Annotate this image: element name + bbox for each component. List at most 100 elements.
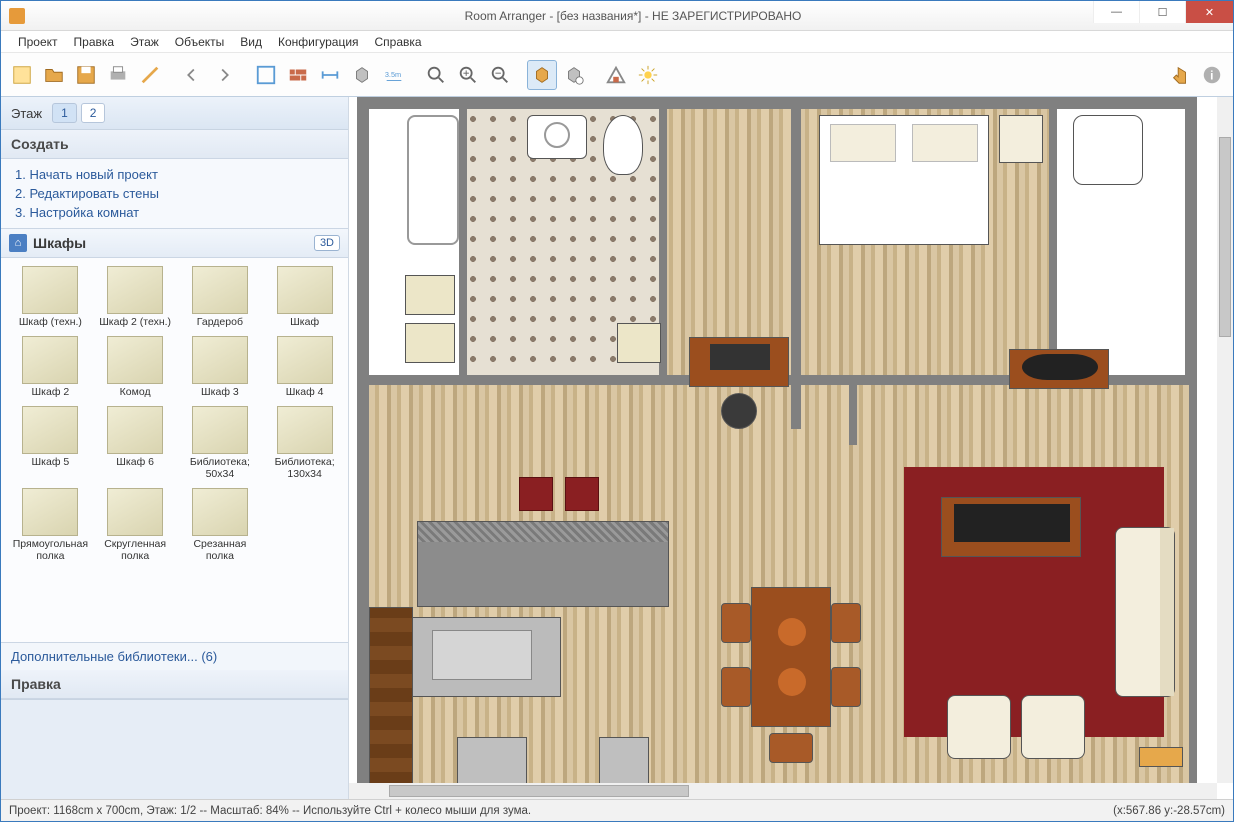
dining-chair-3[interactable] xyxy=(831,603,861,643)
sink[interactable] xyxy=(527,115,587,159)
sofa[interactable] xyxy=(1115,527,1175,697)
library-item-5[interactable]: Комод xyxy=(94,334,177,400)
menu-help[interactable]: Справка xyxy=(368,33,429,51)
print-icon[interactable] xyxy=(103,60,133,90)
dining-chair-5[interactable] xyxy=(769,733,813,763)
armchair-2[interactable] xyxy=(1021,695,1085,759)
library-item-1[interactable]: Шкаф 2 (техн.) xyxy=(94,264,177,330)
dining-chair-2[interactable] xyxy=(721,667,751,707)
library-item-label: Шкаф 2 (техн.) xyxy=(96,316,175,328)
armchair-balcony[interactable] xyxy=(1073,115,1143,185)
new-project-icon[interactable] xyxy=(7,60,37,90)
zoom-fit-icon[interactable] xyxy=(421,60,451,90)
view-3d-alt-icon[interactable] xyxy=(559,60,589,90)
library-item-0[interactable]: Шкаф (техн.) xyxy=(9,264,92,330)
stairs[interactable] xyxy=(369,607,413,787)
maximize-button[interactable]: ☐ xyxy=(1139,1,1185,23)
menu-view[interactable]: Вид xyxy=(233,33,269,51)
step-new-project[interactable]: 1. Начать новый проект xyxy=(15,165,334,184)
library-item-7[interactable]: Шкаф 4 xyxy=(263,334,346,400)
lower-cabinet-1[interactable] xyxy=(457,737,527,787)
library-thumb-13 xyxy=(107,488,163,536)
desk[interactable] xyxy=(689,337,789,387)
menu-objects[interactable]: Объекты xyxy=(168,33,232,51)
kitchen-island[interactable] xyxy=(417,521,669,607)
close-button[interactable]: ✕ xyxy=(1185,1,1233,23)
library-body: Шкаф (техн.)Шкаф 2 (техн.)ГардеробШкафШк… xyxy=(1,258,348,642)
zoom-out-icon[interactable] xyxy=(485,60,515,90)
library-thumb-8 xyxy=(22,406,78,454)
toilet[interactable] xyxy=(603,115,643,175)
menu-edit[interactable]: Правка xyxy=(67,33,122,51)
bed[interactable] xyxy=(819,115,989,245)
light-icon[interactable] xyxy=(633,60,663,90)
walls-icon[interactable] xyxy=(251,60,281,90)
svg-text:i: i xyxy=(1210,68,1213,82)
wall-int-4 xyxy=(1049,109,1057,379)
library-item-10[interactable]: Библиотека; 50x34 xyxy=(179,404,262,482)
step-edit-walls[interactable]: 2. Редактировать стены xyxy=(15,184,334,203)
floor-label: Этаж xyxy=(11,106,42,121)
library-item-12[interactable]: Прямоугольная полка xyxy=(9,486,92,564)
floorplan-canvas[interactable] xyxy=(349,97,1233,799)
kitchen-counter[interactable] xyxy=(411,617,561,697)
floor-tab-2[interactable]: 2 xyxy=(81,103,106,123)
menu-floor[interactable]: Этаж xyxy=(123,33,166,51)
tv-stand[interactable] xyxy=(941,497,1081,557)
dining-table[interactable] xyxy=(751,587,831,727)
scrollbar-vertical[interactable] xyxy=(1217,97,1233,783)
library-item-11[interactable]: Библиотека; 130x34 xyxy=(263,404,346,482)
stool-2[interactable] xyxy=(565,477,599,511)
menu-project[interactable]: Проект xyxy=(11,33,65,51)
library-item-14[interactable]: Срезанная полка xyxy=(179,486,262,564)
dining-chair-4[interactable] xyxy=(831,667,861,707)
wall-top xyxy=(357,97,1197,109)
bathtub[interactable] xyxy=(407,115,459,245)
wizard-icon[interactable] xyxy=(135,60,165,90)
menu-config[interactable]: Конфигурация xyxy=(271,33,366,51)
dining-chair-1[interactable] xyxy=(721,603,751,643)
minimize-button[interactable]: — xyxy=(1093,1,1139,23)
dimension-icon[interactable] xyxy=(315,60,345,90)
wall-int-1 xyxy=(459,109,467,379)
tv-cabinet[interactable] xyxy=(1009,349,1109,389)
closet-3[interactable] xyxy=(617,323,661,363)
stool-1[interactable] xyxy=(519,477,553,511)
render-icon[interactable] xyxy=(601,60,631,90)
closet-1[interactable] xyxy=(405,275,455,315)
library-item-6[interactable]: Шкаф 3 xyxy=(179,334,262,400)
library-item-3[interactable]: Шкаф xyxy=(263,264,346,330)
closet-2[interactable] xyxy=(405,323,455,363)
scrollbar-horizontal[interactable] xyxy=(349,783,1217,799)
info-icon[interactable]: i xyxy=(1197,60,1227,90)
edit-section-title: Правка xyxy=(1,670,348,699)
object-icon[interactable] xyxy=(347,60,377,90)
lower-cabinet-2[interactable] xyxy=(599,737,649,787)
library-item-9[interactable]: Шкаф 6 xyxy=(94,404,177,482)
touch-icon[interactable] xyxy=(1165,60,1195,90)
zoom-in-icon[interactable] xyxy=(453,60,483,90)
library-item-2[interactable]: Гардероб xyxy=(179,264,262,330)
armchair-1[interactable] xyxy=(947,695,1011,759)
library-home-icon: ⌂ xyxy=(9,234,27,252)
redo-icon[interactable] xyxy=(209,60,239,90)
nightstand[interactable] xyxy=(999,115,1043,163)
library-3d-badge[interactable]: 3D xyxy=(314,235,340,251)
library-item-label: Шкаф 6 xyxy=(96,456,175,468)
undo-icon[interactable] xyxy=(177,60,207,90)
view-3d-icon[interactable] xyxy=(527,60,557,90)
library-header[interactable]: ⌂ Шкафы 3D xyxy=(1,228,348,258)
brick-icon[interactable] xyxy=(283,60,313,90)
library-item-8[interactable]: Шкаф 5 xyxy=(9,404,92,482)
open-icon[interactable] xyxy=(39,60,69,90)
library-thumb-6 xyxy=(192,336,248,384)
radiator[interactable] xyxy=(1139,747,1183,767)
more-libraries-link[interactable]: Дополнительные библиотеки... (6) xyxy=(1,642,348,670)
library-item-4[interactable]: Шкаф 2 xyxy=(9,334,92,400)
office-chair[interactable] xyxy=(721,393,757,429)
step-room-setup[interactable]: 3. Настройка комнат xyxy=(15,203,334,222)
save-icon[interactable] xyxy=(71,60,101,90)
floor-tab-1[interactable]: 1 xyxy=(52,103,77,123)
library-item-13[interactable]: Скругленная полка xyxy=(94,486,177,564)
measure-icon[interactable]: 3.5m xyxy=(379,60,409,90)
